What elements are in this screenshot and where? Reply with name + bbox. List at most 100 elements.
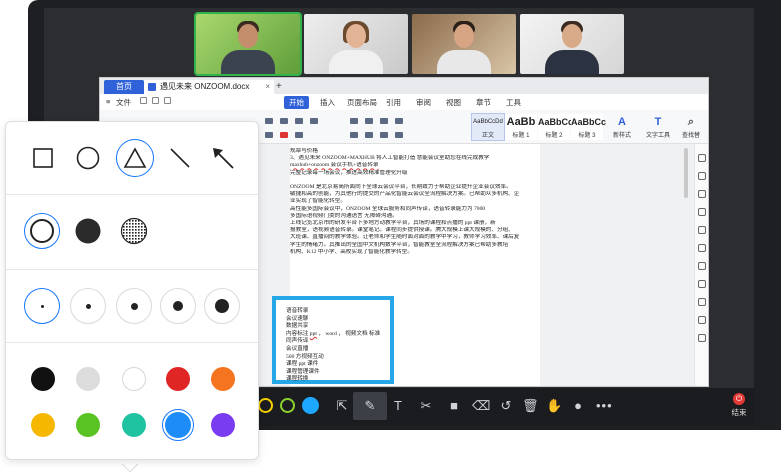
- style-heading-3[interactable]: AaBbCc 标题 3: [571, 114, 606, 140]
- color-swatch[interactable]: [211, 413, 235, 437]
- fill-row: [6, 195, 258, 269]
- eraser-icon[interactable]: ⌫: [472, 398, 490, 414]
- microphone-icon[interactable]: ●: [570, 398, 586, 414]
- print-icon[interactable]: [152, 97, 159, 104]
- color-swatch[interactable]: [31, 367, 55, 391]
- menu-insert[interactable]: 插入: [320, 97, 335, 108]
- color-swatch[interactable]: [122, 413, 146, 437]
- preview-icon[interactable]: [164, 97, 171, 104]
- side-tool-icon[interactable]: [698, 190, 706, 198]
- color-green-option[interactable]: [280, 398, 295, 413]
- mosaic-fill-option[interactable]: [116, 213, 152, 249]
- close-tab-icon[interactable]: ×: [265, 80, 270, 94]
- new-tab-button[interactable]: +: [276, 80, 282, 94]
- side-tool-icon[interactable]: [698, 154, 706, 162]
- circle-icon[interactable]: [71, 141, 105, 175]
- align-center-icon[interactable]: [365, 132, 373, 138]
- outline-fill-option[interactable]: [24, 213, 60, 249]
- indent-icon[interactable]: [380, 118, 388, 124]
- new-style-button[interactable]: A 新样式: [606, 114, 638, 140]
- app-stage: 首页 遇见未来 ONZOOM.docx × + ≡ 文件 开始 插入 页面布局 …: [0, 0, 781, 475]
- find-replace-button[interactable]: ⌕ 查找替: [676, 114, 706, 140]
- clear-format-icon[interactable]: [295, 132, 303, 138]
- square-icon[interactable]: [26, 141, 60, 175]
- video-tile-active[interactable]: [194, 12, 302, 76]
- highlight-icon[interactable]: [265, 132, 273, 138]
- menu-file[interactable]: 文件: [116, 97, 131, 108]
- menu-view[interactable]: 视图: [446, 97, 461, 108]
- style-heading-1[interactable]: AaBb 标题 1: [505, 114, 537, 140]
- justify-icon[interactable]: [395, 132, 403, 138]
- save-icon[interactable]: [140, 97, 147, 104]
- text-tools-button[interactable]: T 文字工具: [640, 114, 676, 140]
- side-tool-icon[interactable]: [698, 334, 706, 342]
- outdent-icon[interactable]: [395, 118, 403, 124]
- size-1-option[interactable]: [24, 288, 60, 324]
- more-icon[interactable]: •••: [596, 398, 612, 414]
- menu-tools[interactable]: 工具: [506, 97, 521, 108]
- size-2-option[interactable]: [70, 288, 106, 324]
- side-tool-icon[interactable]: [698, 172, 706, 180]
- power-icon: ⏻: [733, 393, 745, 405]
- font-color-icon[interactable]: [280, 132, 288, 138]
- side-tool-icon[interactable]: [698, 298, 706, 306]
- pen-icon[interactable]: ✎: [362, 398, 378, 414]
- triangle-icon[interactable]: [116, 139, 154, 177]
- side-tool-icon[interactable]: [698, 262, 706, 270]
- color-swatch[interactable]: [166, 367, 190, 391]
- italic-icon[interactable]: [295, 118, 303, 124]
- scissors-icon[interactable]: ✂: [418, 398, 434, 414]
- menu-chapter[interactable]: 章节: [476, 97, 491, 108]
- undo-icon[interactable]: ↺: [498, 398, 514, 414]
- side-tool-icon[interactable]: [698, 208, 706, 216]
- solid-fill-option[interactable]: [70, 213, 106, 249]
- vertical-scrollbar[interactable]: [684, 148, 688, 198]
- annotation-rectangle[interactable]: 语音转录 会议速聊 数据共享 内容标注 ppt ， word ， 视频文档 标准…: [272, 296, 394, 384]
- side-tool-icon[interactable]: [698, 226, 706, 234]
- trash-icon[interactable]: 🗑: [522, 398, 539, 414]
- size-4-option[interactable]: [160, 288, 196, 324]
- document-icon: [148, 83, 156, 91]
- bullet-list-icon[interactable]: [350, 118, 358, 124]
- number-list-icon[interactable]: [365, 118, 373, 124]
- color-blue-option[interactable]: [302, 397, 319, 414]
- menu-start[interactable]: 开始: [284, 96, 309, 109]
- style-body[interactable]: AaBbCcDd 正文: [471, 113, 505, 141]
- color-palette: [6, 343, 258, 461]
- style-heading-2[interactable]: AaBbCc 标题 2: [538, 114, 573, 140]
- side-tool-icon[interactable]: [698, 316, 706, 324]
- menu-layout[interactable]: 页面布局: [347, 97, 377, 108]
- menu-reference[interactable]: 引用: [386, 97, 401, 108]
- hamburger-icon[interactable]: ≡: [106, 97, 110, 106]
- side-tool-icon[interactable]: [698, 244, 706, 252]
- color-yellow-option[interactable]: [258, 398, 273, 413]
- side-tool-icon[interactable]: [698, 280, 706, 288]
- color-swatch[interactable]: [122, 367, 146, 391]
- tab-home[interactable]: 首页: [104, 80, 144, 94]
- align-left-icon[interactable]: [350, 132, 358, 138]
- shape-row: [6, 122, 258, 194]
- align-right-icon[interactable]: [380, 132, 388, 138]
- line-icon[interactable]: [163, 141, 197, 175]
- color-swatch[interactable]: [76, 413, 100, 437]
- font-size-icon[interactable]: [265, 118, 273, 124]
- color-swatch[interactable]: [76, 367, 100, 391]
- size-3-option[interactable]: [116, 288, 152, 324]
- bold-icon[interactable]: [280, 118, 288, 124]
- video-tile[interactable]: [412, 14, 516, 74]
- arrow-icon[interactable]: [206, 141, 240, 175]
- underline-icon[interactable]: [310, 118, 318, 124]
- cursor-icon[interactable]: ⇱: [334, 398, 350, 414]
- video-tile[interactable]: [304, 14, 408, 74]
- color-swatch[interactable]: [31, 413, 55, 437]
- shapes-icon[interactable]: ■: [446, 398, 462, 414]
- end-meeting-button[interactable]: ⏻ 结束: [724, 393, 754, 423]
- size-5-option[interactable]: [204, 288, 240, 324]
- hand-icon[interactable]: ✋: [546, 398, 562, 414]
- tab-document[interactable]: 遇见未来 ONZOOM.docx ×: [144, 80, 274, 94]
- text-icon[interactable]: T: [390, 398, 406, 414]
- end-meeting-label: 结束: [731, 408, 747, 417]
- menu-review[interactable]: 审阅: [416, 97, 431, 108]
- color-swatch[interactable]: [211, 367, 235, 391]
- video-tile[interactable]: [520, 14, 624, 74]
